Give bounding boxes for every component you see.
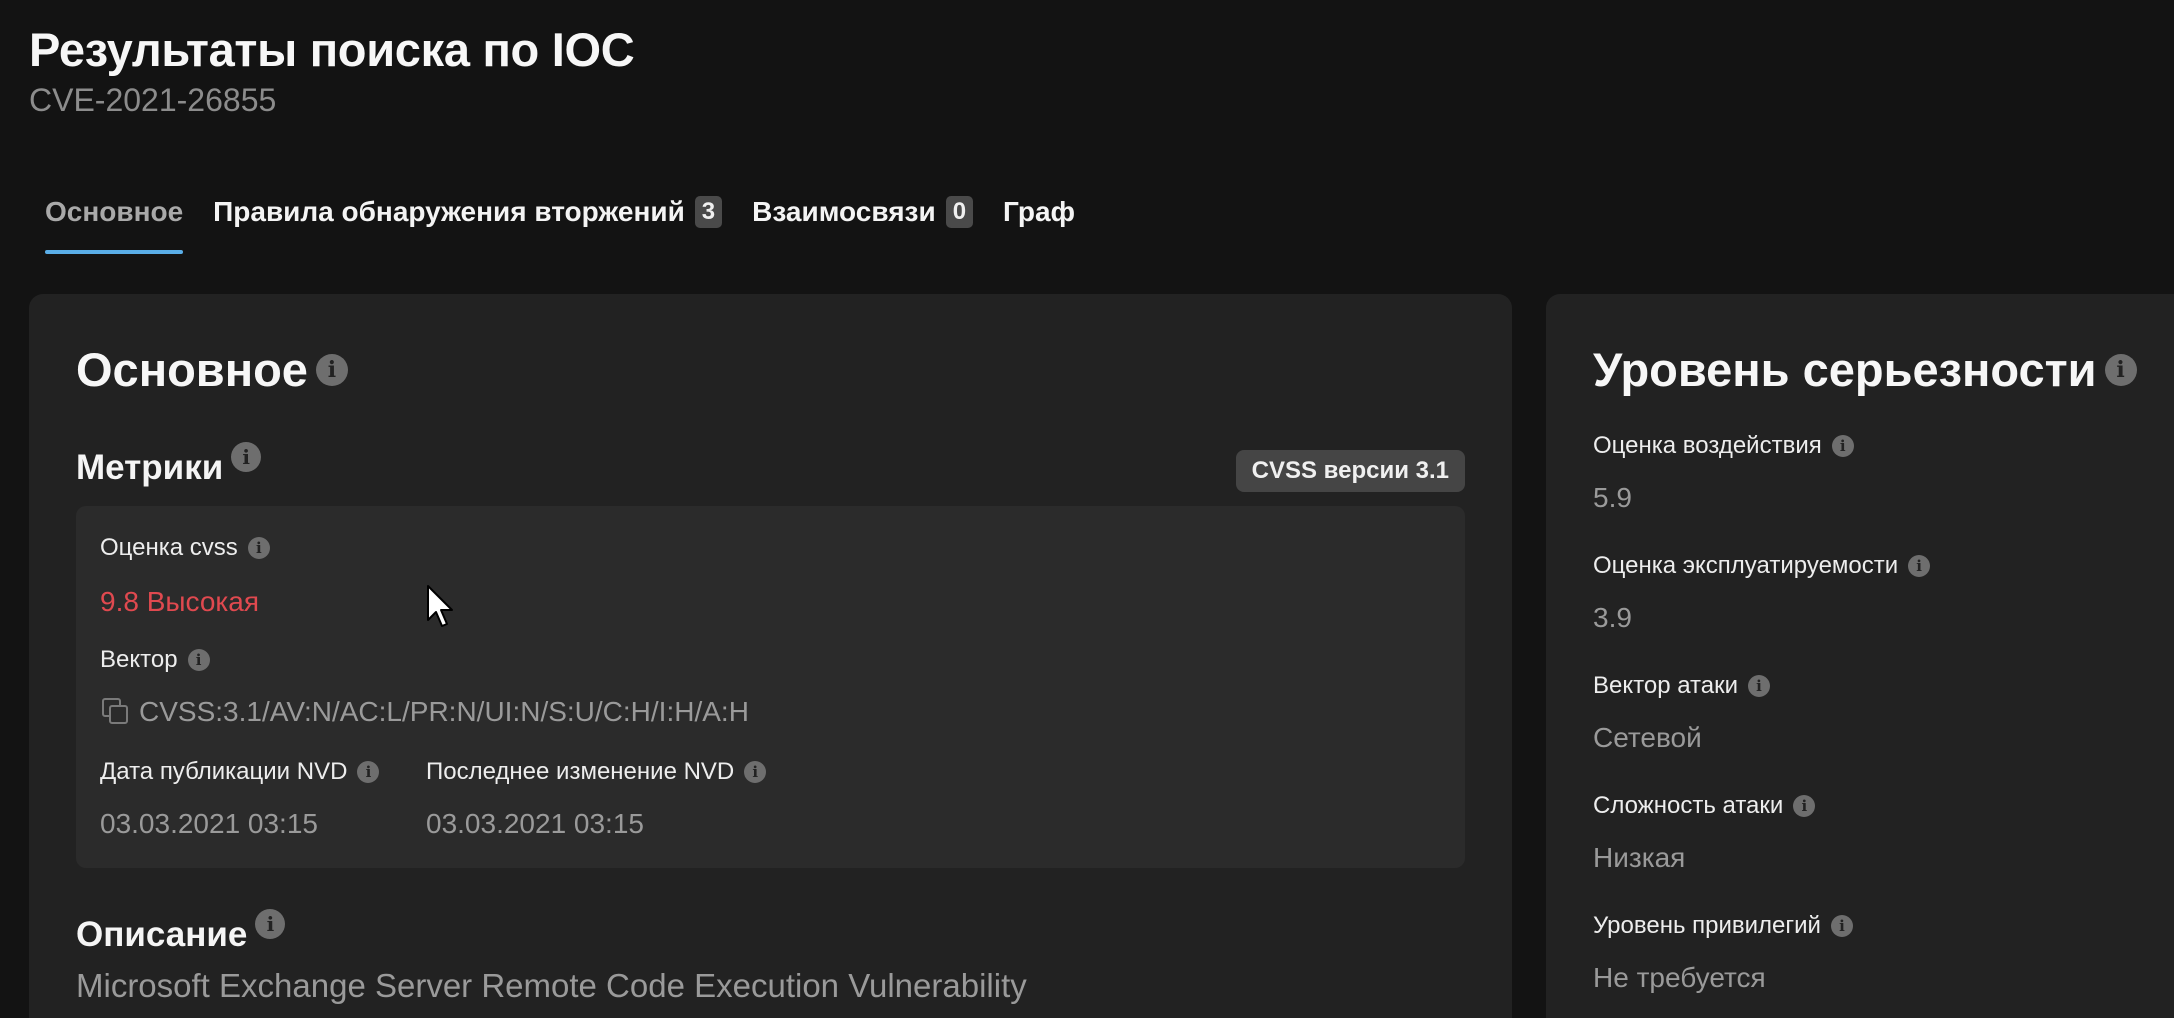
- nvd-published-label-text: Дата публикации NVD: [100, 758, 348, 785]
- copy-icon[interactable]: [100, 696, 128, 724]
- info-icon[interactable]: i: [1748, 675, 1771, 697]
- exploitability-score-label: Оценка эксплуатируемости i: [1593, 552, 1931, 580]
- severity-heading-text: Уровень серьезности: [1593, 343, 2097, 396]
- tab-graph-label: Граф: [1003, 196, 1076, 227]
- info-icon[interactable]: i: [315, 353, 348, 386]
- tab-intrusion-rules-count: 3: [694, 196, 723, 228]
- attack-complexity-label: Сложность атаки i: [1593, 792, 1816, 820]
- mouse-cursor-icon: [427, 585, 453, 627]
- privileges-label: Уровень привилегий i: [1593, 912, 1853, 940]
- tab-main[interactable]: Основное: [45, 188, 184, 254]
- impact-score-label-text: Оценка воздействия: [1593, 432, 1822, 459]
- tab-relations-count: 0: [945, 196, 974, 228]
- vector-value: CVSS:3.1/AV:N/AC:L/PR:N/UI:N/S:U/C:H/I:H…: [139, 696, 749, 727]
- main-heading-text: Основное: [76, 343, 308, 396]
- vector-label: Вектор i: [100, 646, 210, 674]
- nvd-published-label: Дата публикации NVD i: [100, 758, 380, 786]
- info-icon[interactable]: i: [1793, 795, 1816, 817]
- description-heading-text: Описание: [76, 915, 248, 954]
- info-icon[interactable]: i: [1830, 915, 1853, 937]
- info-icon[interactable]: i: [744, 761, 767, 783]
- description-heading: Описание i: [76, 909, 286, 955]
- description-text: Microsoft Exchange Server Remote Code Ex…: [76, 967, 1027, 1004]
- info-icon[interactable]: i: [1831, 435, 1854, 457]
- tab-bar: Основное Правила обнаружения вторжений 3…: [45, 188, 1105, 258]
- attack-vector-value: Сетевой: [1593, 722, 1702, 753]
- severity-card: Уровень серьезности i Оценка воздействия…: [1546, 294, 2174, 1018]
- info-icon[interactable]: i: [1908, 555, 1931, 577]
- attack-complexity-value: Низкая: [1593, 842, 1686, 873]
- vector-label-text: Вектор: [100, 646, 178, 673]
- attack-vector-label: Вектор атаки i: [1593, 672, 1771, 700]
- privileges-label-text: Уровень привилегий: [1593, 912, 1821, 939]
- tab-main-label: Основное: [45, 196, 184, 227]
- metrics-heading: Метрики i: [76, 442, 262, 488]
- exploitability-score-label-text: Оценка эксплуатируемости: [1593, 552, 1899, 579]
- nvd-modified-value: 03.03.2021 03:15: [426, 808, 644, 839]
- page-subtitle: CVE-2021-26855: [29, 82, 277, 118]
- tab-graph[interactable]: Граф: [1003, 188, 1075, 236]
- info-icon[interactable]: i: [247, 537, 270, 559]
- tab-relations[interactable]: Взаимосвязи 0: [752, 188, 974, 236]
- main-heading: Основное i: [76, 342, 348, 397]
- tab-intrusion-rules[interactable]: Правила обнаружения вторжений 3: [213, 188, 723, 236]
- info-icon[interactable]: i: [357, 761, 380, 783]
- cvss-score-label: Оценка cvss i: [100, 534, 270, 562]
- info-icon[interactable]: i: [231, 442, 262, 472]
- exploitability-score-value: 3.9: [1593, 602, 1632, 633]
- tab-relations-label: Взаимосвязи: [752, 196, 936, 227]
- info-icon[interactable]: i: [2104, 353, 2137, 386]
- nvd-modified-label: Последнее изменение NVD i: [426, 758, 767, 786]
- metrics-box: Оценка cvss i 9.8 Высокая Вектор i CVSS:…: [76, 506, 1465, 868]
- cvss-version-badge: CVSS версии 3.1: [1235, 450, 1465, 492]
- severity-heading: Уровень серьезности i: [1593, 342, 2137, 397]
- attack-vector-label-text: Вектор атаки: [1593, 672, 1739, 699]
- attack-complexity-label-text: Сложность атаки: [1593, 792, 1784, 819]
- metrics-heading-text: Метрики: [76, 448, 224, 487]
- ioc-search-page: Результаты поиска по IOC CVE-2021-26855 …: [0, 0, 2174, 1018]
- nvd-modified-label-text: Последнее изменение NVD: [426, 758, 735, 785]
- impact-score-value: 5.9: [1593, 482, 1632, 513]
- cvss-score-label-text: Оценка cvss: [100, 534, 238, 561]
- page-title: Результаты поиска по IOC: [29, 23, 635, 76]
- impact-score-label: Оценка воздействия i: [1593, 432, 1854, 460]
- cvss-score-value: 9.8 Высокая: [100, 586, 259, 617]
- info-icon[interactable]: i: [255, 909, 286, 939]
- tab-intrusion-rules-label: Правила обнаружения вторжений: [213, 196, 685, 227]
- privileges-value: Не требуется: [1593, 962, 1766, 993]
- nvd-published-value: 03.03.2021 03:15: [100, 808, 318, 839]
- info-icon[interactable]: i: [187, 649, 210, 671]
- main-card: Основное i Метрики i CVSS версии 3.1 Оце…: [29, 294, 1512, 1018]
